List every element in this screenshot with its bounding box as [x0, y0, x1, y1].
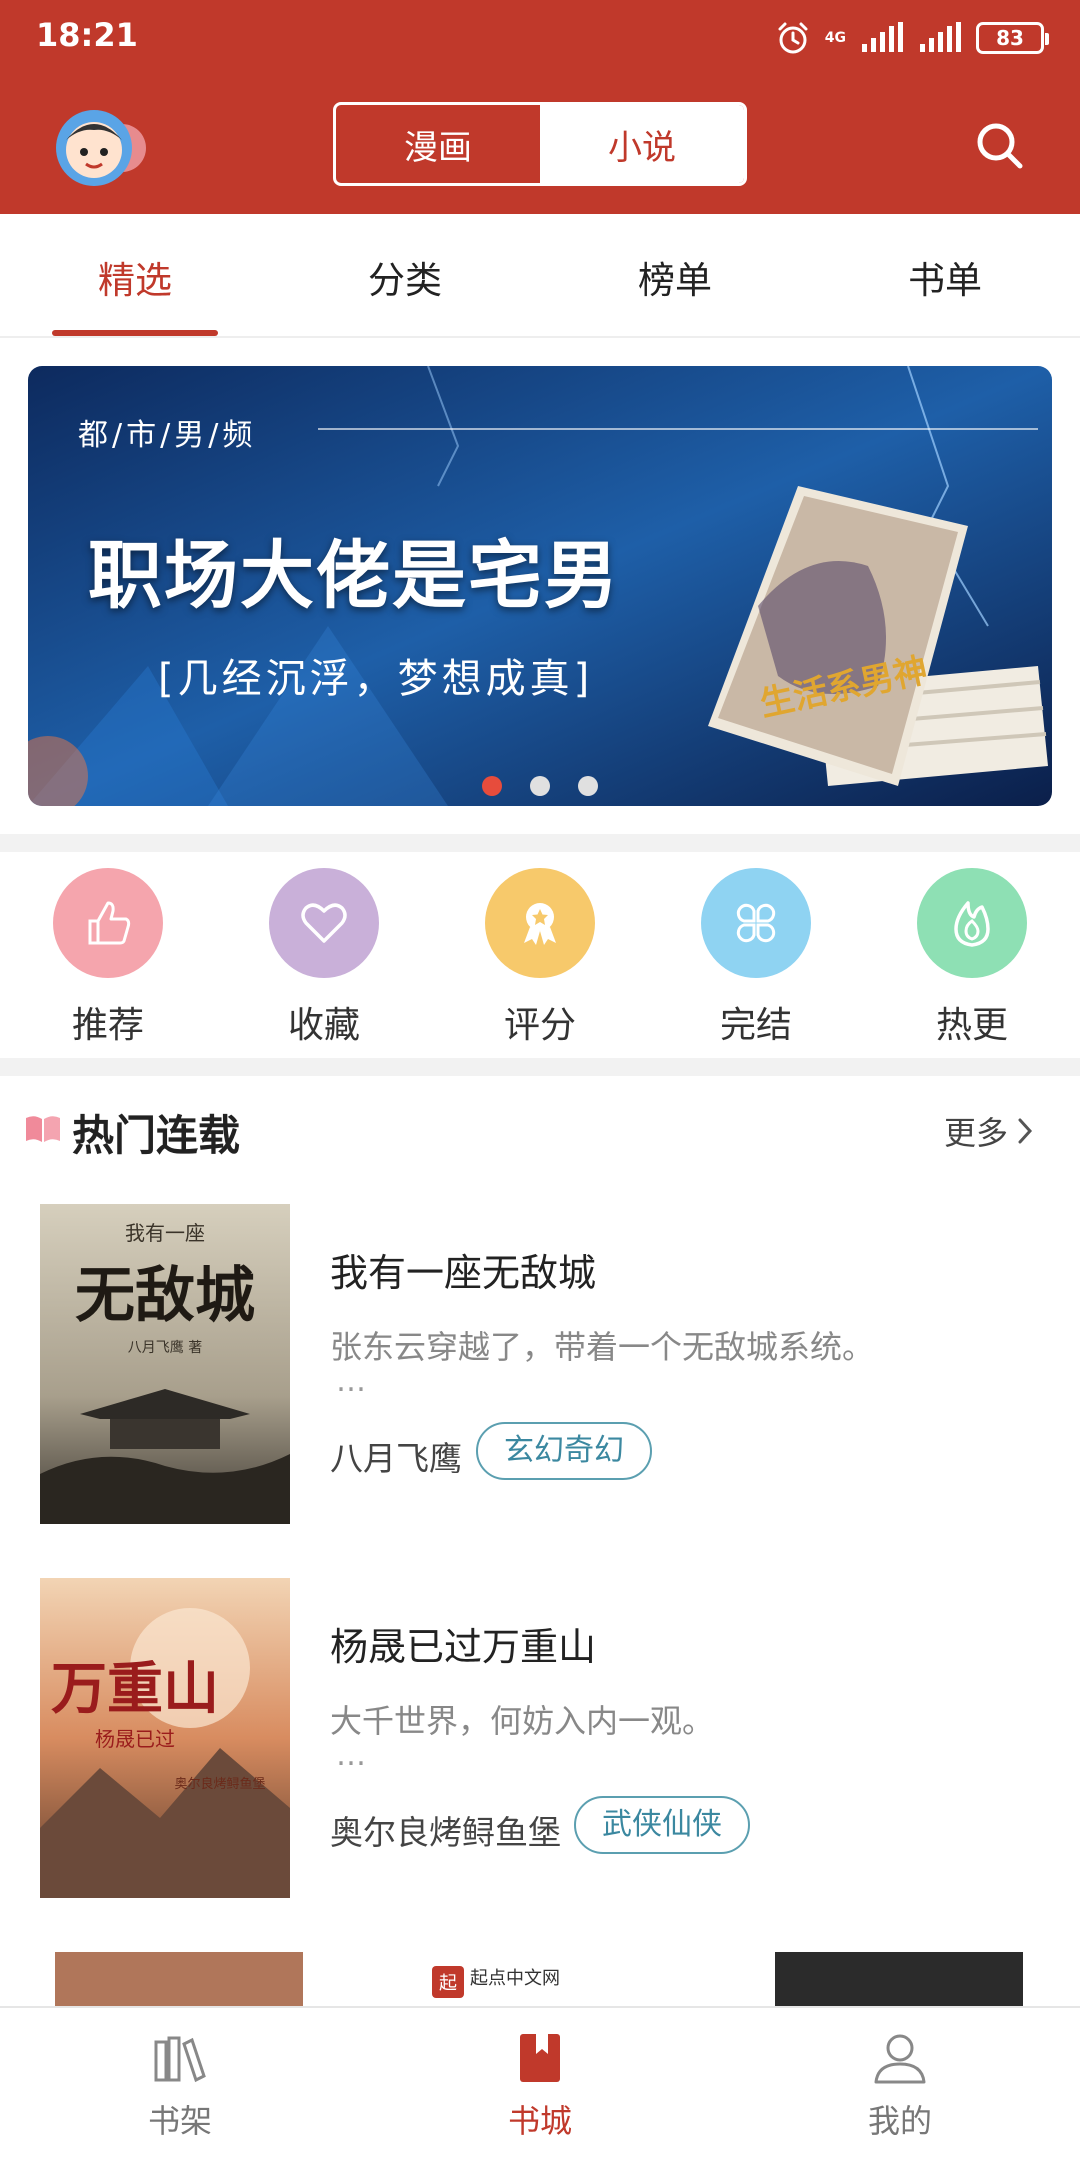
genre-badge[interactable]: 玄幻奇幻 [476, 1422, 652, 1480]
cover-title-text: 万重山 [51, 1656, 219, 1722]
nav-bookstore[interactable]: 书城 [440, 2032, 640, 2142]
network-type: 4G [824, 30, 846, 46]
book-icon [520, 2034, 560, 2082]
segment-manga[interactable]: 漫画 [336, 105, 540, 183]
banner-subtitle: [几经沉浮，梦想成真] [158, 656, 594, 702]
book-author: 奥尔良烤鲟鱼堡 [330, 1813, 561, 1852]
category-label: 热更 [935, 1005, 1008, 1046]
category-completed[interactable]: 完结 [676, 868, 836, 1048]
book-title[interactable]: 我有一座无敌城 [330, 1242, 596, 1297]
category-label: 收藏 [287, 1005, 360, 1046]
book-description: 大千世界，何妨入内一观。 [330, 1702, 715, 1740]
category-label: 完结 [719, 1005, 792, 1046]
banner-tag: 都/市/男/频 [78, 418, 257, 453]
book-description-ellipsis: … [336, 1738, 366, 1773]
tab-featured[interactable]: 精选 [55, 250, 215, 304]
grid-flower-icon [736, 903, 776, 943]
cover-author-text: 奥尔良烤鲟鱼堡 [174, 1776, 265, 1792]
cover-author-text: 八月飞鹰 著 [128, 1340, 202, 1356]
banner-title: 职场大佬是宅男 [88, 533, 620, 619]
battery-indicator: 83 [976, 22, 1049, 54]
nav-label: 书城 [507, 2102, 572, 2140]
section-title: 热门连载 [72, 1111, 241, 1160]
nav-label: 我的 [867, 2102, 932, 2140]
genre-badge[interactable]: 武侠仙侠 [574, 1796, 750, 1854]
more-link[interactable]: 更多 [944, 1108, 1008, 1154]
section-divider [0, 834, 1080, 852]
section-divider-2 [0, 1058, 1080, 1076]
category-circle [53, 868, 163, 978]
svg-text:起: 起 [439, 1973, 457, 1994]
tab-categories[interactable]: 分类 [325, 250, 485, 304]
flame-icon [954, 901, 990, 947]
promo-banner[interactable]: 都/市/男/频 职场大佬是宅男 [几经沉浮，梦想成真] 生活系男神 [28, 366, 1052, 806]
category-circle [701, 868, 811, 978]
signal-icon [862, 22, 903, 52]
category-recommend[interactable]: 推荐 [28, 868, 188, 1048]
heart-icon [301, 903, 347, 943]
main-tabs: 精选 分类 榜单 书单 [0, 214, 1080, 338]
nav-bookshelf[interactable]: 书架 [80, 2032, 280, 2142]
search-icon[interactable] [972, 118, 1028, 174]
list-item[interactable]: 万重山 杨晟已过 奥尔良烤鲟鱼堡 杨晟已过万重山 大千世界，何妨入内一观。 … … [0, 1578, 1080, 1908]
banner-pagination [28, 776, 1052, 796]
bottom-navigation: 书架 书城 我的 [0, 2006, 1080, 2160]
category-hot-updates[interactable]: 热更 [892, 868, 1052, 1048]
list-item[interactable]: 我有一座 无敌城 八月飞鹰 著 我有一座无敌城 张东云穿越了，带着一个无敌城系统… [0, 1204, 1080, 1534]
signal-icon-2 [920, 22, 961, 52]
cover-top-text: 我有一座 [125, 1221, 205, 1245]
status-time: 18:21 [36, 16, 138, 54]
award-icon [524, 903, 556, 945]
avatar[interactable] [48, 100, 152, 192]
banner-dot-3[interactable] [578, 776, 598, 796]
book-cover: 我有一座 无敌城 八月飞鹰 著 [40, 1204, 290, 1524]
status-bar: 18:21 4G 83 [0, 0, 1080, 76]
segment-novel[interactable]: 小说 [540, 105, 744, 183]
bookshelf-icon [154, 2036, 206, 2083]
next-row-peek: 起 起点中文网 [0, 1950, 1080, 2006]
chevron-right-icon[interactable] [1014, 1116, 1036, 1146]
book-title[interactable]: 杨晟已过万重山 [330, 1616, 596, 1671]
category-circle [269, 868, 379, 978]
banner-dot-1[interactable] [482, 776, 502, 796]
user-icon [874, 2034, 926, 2084]
book-cover: 万重山 杨晟已过 奥尔良烤鲟鱼堡 [40, 1578, 290, 1898]
content-type-switch[interactable]: 漫画 小说 [333, 102, 747, 186]
nav-label: 书架 [147, 2102, 212, 2140]
hot-serials-header: 热门连载 更多 [0, 1076, 1080, 1176]
category-favorites[interactable]: 收藏 [244, 868, 404, 1048]
cover-top-text: 杨晟已过 [95, 1727, 175, 1751]
status-icons: 4G 83 [775, 18, 1049, 58]
quick-categories: 推荐 收藏 评分 完结 热更 [0, 852, 1080, 1058]
book-description-ellipsis: … [336, 1364, 366, 1399]
nav-profile[interactable]: 我的 [800, 2032, 1000, 2142]
tab-rankings[interactable]: 榜单 [595, 250, 755, 304]
thumbs-up-icon [88, 901, 131, 945]
battery-level: 83 [996, 26, 1024, 50]
category-circle [917, 868, 1027, 978]
alarm-icon [778, 22, 808, 54]
active-tab-indicator [52, 330, 218, 336]
book-description: 张东云穿越了，带着一个无敌城系统。 [330, 1328, 875, 1366]
banner-book-illustration: 生活系男神 [708, 486, 1048, 786]
top-bar: 18:21 4G 83 漫画 小说 [0, 0, 1080, 214]
tab-booklists[interactable]: 书单 [865, 250, 1025, 304]
category-rating[interactable]: 评分 [460, 868, 620, 1048]
banner-dot-2[interactable] [530, 776, 550, 796]
book-author: 八月飞鹰 [330, 1439, 462, 1478]
category-label: 评分 [503, 1005, 576, 1046]
cover-title-text: 无敌城 [75, 1261, 255, 1331]
open-book-icon [26, 1116, 60, 1142]
banner-tag-line [318, 428, 1038, 430]
category-label: 推荐 [71, 1005, 144, 1046]
peek-label: 起点中文网 [470, 1968, 560, 1989]
category-circle [485, 868, 595, 978]
